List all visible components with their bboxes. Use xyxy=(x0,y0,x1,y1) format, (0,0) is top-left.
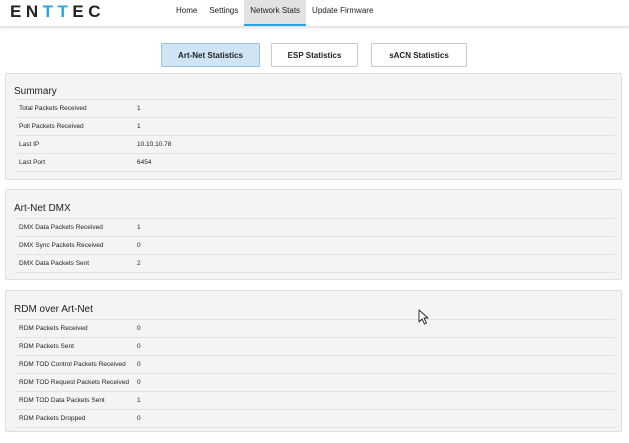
summary-rows: Total Packets Received 1 Poll Packets Rec… xyxy=(15,99,615,172)
stat-label: RDM Packets Sent xyxy=(19,343,74,350)
artnet-dmx-rows: DMX Data Packets Received 1 DMX Sync Pack… xyxy=(15,218,615,273)
tab-sacn-statistics[interactable]: sACN Statistics xyxy=(371,43,467,67)
main-nav: Home Settings Network Stats Update Firmw… xyxy=(170,0,379,26)
panel-title: Art-Net DMX xyxy=(14,203,71,214)
tab-artnet-statistics[interactable]: Art-Net Statistics xyxy=(161,43,260,67)
stat-row: Last IP 10.10.10.78 xyxy=(15,135,615,153)
top-navigation-bar: ENTTEC Home Settings Network Stats Updat… xyxy=(0,0,629,27)
stat-label: Last IP xyxy=(19,141,40,148)
stat-label: Last Port xyxy=(19,159,46,166)
logo-text-part: EC xyxy=(72,2,106,21)
mouse-pointer-icon xyxy=(418,309,429,325)
tab-esp-statistics[interactable]: ESP Statistics xyxy=(271,43,358,67)
stat-value: 6454 xyxy=(137,159,152,166)
stat-value: 0 xyxy=(137,361,141,368)
stat-value: 2 xyxy=(137,260,141,267)
stat-row: RDM Packets Received 0 xyxy=(15,319,615,337)
stat-row: Total Packets Received 1 xyxy=(15,99,615,117)
stat-label: DMX Data Packets Sent xyxy=(19,260,90,267)
panel-title: RDM over Art-Net xyxy=(14,304,93,315)
stat-value: 0 xyxy=(137,379,141,386)
panel-title: Summary xyxy=(14,86,57,97)
stat-value: 1 xyxy=(137,224,141,231)
stat-row: RDM TOD Data Packets Sent 1 xyxy=(15,391,615,409)
stat-row: RDM TOD Control Packets Received 0 xyxy=(15,355,615,373)
statistics-tabs: Art-Net Statistics ESP Statistics sACN S… xyxy=(0,43,629,67)
stat-label: RDM TOD Request Packets Received xyxy=(19,379,129,386)
stat-row: DMX Data Packets Sent 2 xyxy=(15,254,615,273)
stat-row: DMX Data Packets Received 1 xyxy=(15,218,615,236)
stat-value: 1 xyxy=(137,397,141,404)
stat-label: RDM TOD Data Packets Sent xyxy=(19,397,105,404)
stat-row: DMX Sync Packets Received 0 xyxy=(15,236,615,254)
stat-row: Poll Packets Received 1 xyxy=(15,117,615,135)
stat-label: RDM Packets Received xyxy=(19,325,88,332)
logo-text-accent: TT xyxy=(42,2,73,21)
stat-value: 0 xyxy=(137,325,141,332)
stat-label: Poll Packets Received xyxy=(19,123,84,130)
stat-value: 10.10.10.78 xyxy=(137,141,172,148)
artnet-dmx-panel: Art-Net DMX DMX Data Packets Received 1 D… xyxy=(5,189,622,280)
rdm-over-artnet-panel: RDM over Art-Net RDM Packets Received 0 R… xyxy=(5,290,622,432)
stat-label: Total Packets Received xyxy=(19,105,87,112)
rdm-rows: RDM Packets Received 0 RDM Packets Sent 0 … xyxy=(15,319,615,428)
stat-value: 0 xyxy=(137,242,141,249)
logo-text-part: EN xyxy=(10,2,43,21)
stat-row: RDM TOD Request Packets Received 0 xyxy=(15,373,615,391)
nav-network-stats[interactable]: Network Stats xyxy=(244,0,307,26)
stat-label: DMX Data Packets Received xyxy=(19,224,103,231)
stat-row: Last Port 6454 xyxy=(15,153,615,172)
stat-label: RDM Packets Dropped xyxy=(19,415,86,422)
stat-row: RDM Packets Dropped 0 xyxy=(15,409,615,428)
stat-value: 0 xyxy=(137,343,141,350)
nav-settings[interactable]: Settings xyxy=(203,0,244,26)
enttec-logo[interactable]: ENTTEC xyxy=(10,2,105,22)
stat-label: DMX Sync Packets Received xyxy=(19,242,104,249)
nav-update-firmware[interactable]: Update Firmware xyxy=(306,0,379,26)
stat-label: RDM TOD Control Packets Received xyxy=(19,361,126,368)
summary-panel: Summary Total Packets Received 1 Poll Pac… xyxy=(5,73,622,180)
stat-value: 1 xyxy=(137,105,141,112)
stat-value: 0 xyxy=(137,415,141,422)
stat-value: 1 xyxy=(137,123,141,130)
stat-row: RDM Packets Sent 0 xyxy=(15,337,615,355)
nav-home[interactable]: Home xyxy=(170,0,203,26)
